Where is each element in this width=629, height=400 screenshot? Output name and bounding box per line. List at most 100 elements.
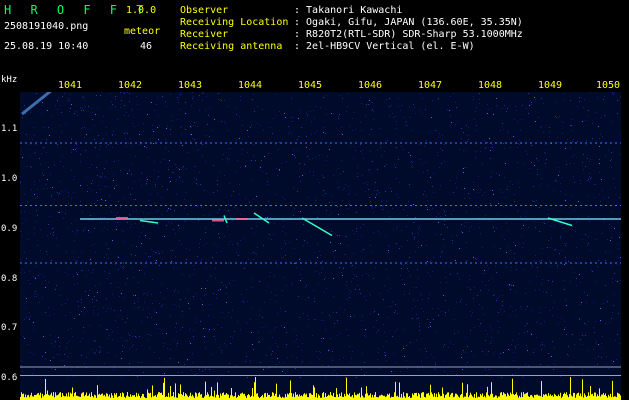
noise-pixel xyxy=(512,374,513,375)
noise-pixel xyxy=(22,110,23,111)
signal-bar xyxy=(565,394,566,400)
noise-pixel xyxy=(572,141,573,142)
noise-pixel xyxy=(323,177,324,178)
noise-pixel xyxy=(456,107,457,108)
noise-pixel xyxy=(571,125,572,126)
noise-pixel xyxy=(38,275,39,276)
noise-pixel xyxy=(582,369,583,370)
noise-pixel xyxy=(272,133,273,134)
noise-pixel xyxy=(357,173,358,174)
noise-pixel xyxy=(394,312,395,313)
noise-pixel xyxy=(252,344,253,345)
noise-pixel xyxy=(134,303,135,304)
noise-pixel xyxy=(401,146,402,147)
noise-pixel xyxy=(241,294,242,295)
noise-pixel xyxy=(189,276,190,277)
signal-bar xyxy=(171,396,172,400)
noise-pixel xyxy=(559,253,560,254)
noise-pixel xyxy=(257,247,258,248)
noise-pixel xyxy=(540,323,541,324)
noise-pixel xyxy=(480,189,481,190)
noise-pixel xyxy=(106,329,107,330)
noise-pixel xyxy=(536,276,537,277)
noise-pixel xyxy=(45,287,46,288)
noise-pixel xyxy=(40,229,41,230)
noise-pixel xyxy=(562,205,563,206)
noise-pixel xyxy=(321,272,322,273)
noise-pixel xyxy=(228,312,229,313)
noise-pixel xyxy=(620,134,621,135)
noise-pixel xyxy=(164,298,165,299)
noise-pixel xyxy=(158,328,159,329)
noise-pixel xyxy=(537,169,538,170)
noise-pixel xyxy=(488,268,489,269)
noise-pixel xyxy=(174,291,175,292)
noise-pixel xyxy=(362,153,363,154)
noise-pixel xyxy=(352,130,353,131)
noise-pixel xyxy=(205,294,206,295)
noise-pixel xyxy=(284,327,285,328)
noise-pixel xyxy=(412,308,413,309)
noise-pixel xyxy=(267,286,268,287)
signal-bar xyxy=(457,394,458,400)
signal-bar xyxy=(268,395,269,400)
noise-pixel xyxy=(73,276,74,277)
noise-pixel xyxy=(426,195,427,196)
noise-pixel xyxy=(561,121,562,122)
noise-pixel xyxy=(335,250,336,251)
noise-pixel xyxy=(490,343,491,344)
signal-bar xyxy=(489,396,490,400)
noise-pixel xyxy=(331,358,332,359)
noise-pixel xyxy=(191,127,192,128)
noise-pixel xyxy=(219,237,220,238)
signal-bar xyxy=(161,392,162,400)
noise-pixel xyxy=(414,237,415,238)
noise-pixel xyxy=(529,105,530,106)
noise-pixel xyxy=(44,127,45,128)
noise-pixel xyxy=(564,264,565,265)
noise-pixel xyxy=(549,310,550,311)
signal-bar xyxy=(612,380,613,400)
noise-pixel xyxy=(36,210,37,211)
noise-pixel xyxy=(363,224,364,225)
noise-pixel xyxy=(489,369,490,370)
noise-pixel xyxy=(185,192,186,193)
noise-pixel xyxy=(572,365,573,366)
noise-pixel xyxy=(97,200,98,201)
signal-bar xyxy=(83,392,84,400)
noise-pixel xyxy=(100,95,101,96)
noise-pixel xyxy=(167,210,168,211)
signal-bar xyxy=(558,394,559,400)
noise-pixel xyxy=(95,252,96,253)
noise-pixel xyxy=(83,327,84,328)
noise-pixel xyxy=(310,362,311,363)
noise-pixel xyxy=(562,133,563,134)
noise-pixel xyxy=(61,131,62,132)
noise-pixel xyxy=(202,370,203,371)
noise-pixel xyxy=(408,201,409,202)
noise-pixel xyxy=(57,192,58,193)
noise-pixel xyxy=(94,340,95,341)
noise-pixel xyxy=(560,238,561,239)
noise-pixel xyxy=(401,350,402,351)
noise-pixel xyxy=(565,257,566,258)
noise-pixel xyxy=(250,362,251,363)
noise-pixel xyxy=(118,160,119,161)
noise-pixel xyxy=(583,169,584,170)
noise-pixel xyxy=(104,217,105,218)
noise-pixel xyxy=(300,274,301,275)
noise-pixel xyxy=(194,139,195,140)
noise-pixel xyxy=(538,160,539,161)
signal-bar xyxy=(409,396,410,400)
noise-pixel xyxy=(395,331,396,332)
signal-bar xyxy=(91,392,92,400)
signal-bar xyxy=(381,394,382,400)
noise-pixel xyxy=(413,300,414,301)
noise-pixel xyxy=(417,300,418,301)
noise-pixel xyxy=(441,252,442,253)
noise-pixel xyxy=(59,346,60,347)
signal-bar xyxy=(37,393,38,400)
noise-pixel xyxy=(401,105,402,106)
noise-pixel xyxy=(467,287,468,288)
noise-pixel xyxy=(100,176,101,177)
